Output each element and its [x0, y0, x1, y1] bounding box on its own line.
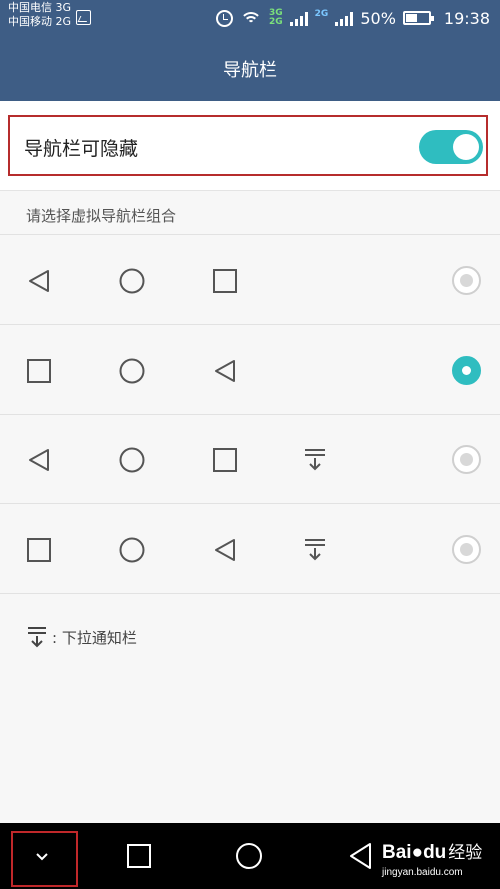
- hide-navbar-setting[interactable]: 导航栏可隐藏: [0, 101, 500, 191]
- legend: : 下拉通知栏: [26, 624, 137, 650]
- recent-icon: [213, 269, 237, 293]
- pull-down-icon: [305, 538, 325, 560]
- chevron-down-icon[interactable]: [27, 841, 57, 871]
- carrier-2: 中国移动 2G: [8, 15, 72, 28]
- navbar-option-3[interactable]: [0, 415, 500, 504]
- option-radio-2[interactable]: [452, 355, 481, 385]
- option-radio-4[interactable]: [452, 534, 481, 564]
- baidu-watermark: Bai●du 经验: [382, 838, 482, 864]
- hide-navbar-label: 导航栏可隐藏: [24, 138, 139, 160]
- back-icon: [29, 270, 49, 292]
- network-type-a: 3G 2G: [269, 9, 283, 27]
- network-type-b-label: 2G: [314, 8, 329, 19]
- switch-knob: [453, 134, 479, 160]
- back-icon: [215, 359, 235, 382]
- status-bar: 中国电信 3G 中国移动 2G 3G 2G 2G 50% 19:38: [0, 0, 500, 36]
- recent-icon[interactable]: [124, 841, 154, 871]
- network-type-b: 2G: [314, 8, 329, 19]
- navbar-option-4[interactable]: [0, 505, 500, 594]
- section-title: 请选择虚拟导航栏组合: [26, 207, 177, 225]
- back-icon: [215, 538, 235, 561]
- watermark-brand-2: du: [423, 842, 447, 863]
- back-icon[interactable]: [346, 841, 376, 871]
- pull-down-icon: [28, 627, 46, 648]
- navbar-option-2[interactable]: [0, 326, 500, 415]
- network-type-a-bottom: 2G: [269, 17, 283, 27]
- clock: 19:38: [443, 8, 490, 28]
- signal-icon-a: [289, 10, 308, 26]
- legend-text: : 下拉通知栏: [52, 628, 137, 647]
- recent-icon: [27, 358, 51, 383]
- gallery-icon: [76, 10, 91, 25]
- home-icon[interactable]: [234, 841, 264, 871]
- watermark-suffix: 经验: [448, 843, 483, 862]
- watermark-brand: Bai: [382, 842, 412, 863]
- recent-icon: [213, 448, 237, 472]
- back-icon: [29, 449, 49, 471]
- watermark-url: jingyan.baidu.com: [382, 867, 463, 878]
- carrier-info: 中国电信 3G 中国移动 2G: [8, 1, 71, 29]
- alarm-icon: [216, 9, 234, 27]
- home-icon: [119, 537, 145, 562]
- app-header: 中国电信 3G 中国移动 2G 3G 2G 2G 50% 19:38 导航栏: [0, 0, 500, 101]
- option-radio-1[interactable]: [452, 266, 481, 295]
- paw-icon: ●: [411, 842, 424, 863]
- pull-down-icon: [305, 449, 325, 471]
- home-icon: [119, 268, 145, 294]
- signal-icon-b: [335, 10, 354, 26]
- page-title: 导航栏: [223, 60, 277, 81]
- home-icon: [119, 447, 145, 473]
- recent-icon: [27, 537, 51, 562]
- navbar-option-1[interactable]: [0, 236, 500, 325]
- home-icon: [119, 358, 145, 383]
- battery-percent: 50%: [360, 8, 396, 28]
- wifi-icon: [240, 10, 263, 26]
- system-navigation-bar: Bai●du 经验 jingyan.baidu.com: [0, 823, 500, 889]
- carrier-1: 中国电信 3G: [8, 1, 72, 14]
- hide-navbar-switch[interactable]: [419, 130, 483, 164]
- section-header: 请选择虚拟导航栏组合: [0, 192, 500, 235]
- battery-icon: [402, 11, 434, 25]
- status-icons: 3G 2G 2G 50% 19:38: [216, 6, 490, 30]
- option-radio-3[interactable]: [452, 445, 481, 474]
